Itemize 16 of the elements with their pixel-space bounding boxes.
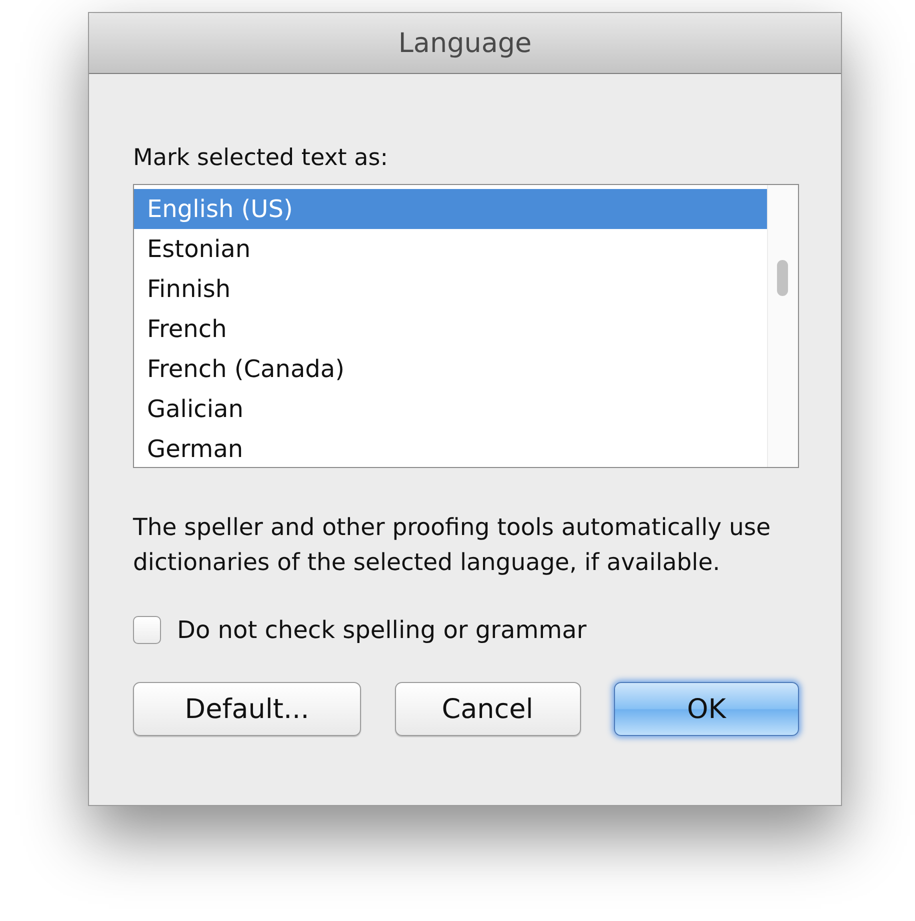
checkbox[interactable] xyxy=(133,616,161,644)
dialog-button[interactable]: OK xyxy=(614,682,799,736)
list-item[interactable]: French (Canada) xyxy=(134,349,767,389)
list-item[interactable]: Estonian xyxy=(134,229,767,269)
description-text: The speller and other proofing tools automatically use dictionaries of the selected language, if available. xyxy=(133,512,772,578)
scrollbar-thumb[interactable] xyxy=(777,260,788,296)
list-item[interactable]: Finnish xyxy=(134,269,767,309)
list-item[interactable]: Galician xyxy=(134,389,767,429)
dialog-button[interactable]: Default... xyxy=(133,682,361,736)
dialog-button[interactable]: Cancel xyxy=(394,682,580,736)
language-list[interactable]: English (US) Estonian Finnish French French (Canada) Galician German xyxy=(133,184,799,468)
list-label: Mark selected text as: xyxy=(133,145,389,171)
list-item[interactable]: French xyxy=(134,309,767,349)
list-item[interactable]: German xyxy=(134,429,767,467)
checkbox-label[interactable]: Do not check spelling or grammar xyxy=(177,616,587,644)
window-title: Language xyxy=(398,28,532,58)
